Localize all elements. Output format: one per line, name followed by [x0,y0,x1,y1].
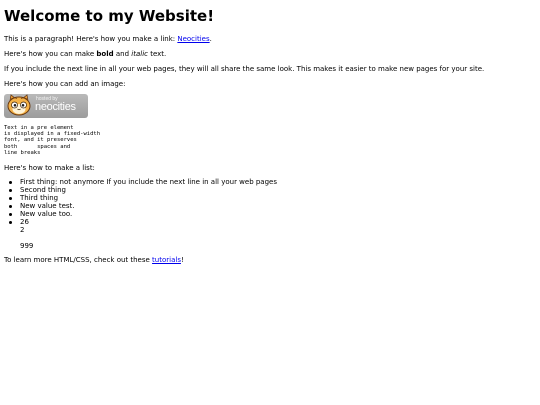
formatting-text-middle: and [113,50,132,58]
formatting-text-before: Here's how you can make [4,50,97,58]
page: Welcome to my Website! This is a paragra… [0,0,540,405]
footer-paragraph: To learn more HTML/CSS, check out these … [4,256,184,265]
formatting-paragraph: Here's how you can make bold and italic … [4,50,166,59]
footer-text: To learn more HTML/CSS, check out these [4,256,153,264]
list-item: First thing: not anymore If you include … [9,178,277,186]
list-item: 26 [9,218,277,226]
list-item: 2 [20,226,25,234]
neocities-cat-icon [7,94,31,116]
tutorials-link[interactable]: tutorials [152,256,181,264]
thing-list: First thing: not anymore If you include … [9,178,277,250]
list-item: 999 [20,242,34,250]
list-item [20,234,277,242]
stylesheet-paragraph: If you include the next line in all your… [4,65,485,73]
intro-end: . [209,35,212,43]
footer-end: ! [180,256,184,264]
list-item: New value too. [9,210,277,218]
page-title: Welcome to my Website! [4,7,215,25]
neocities-link[interactable]: Neocities [177,35,209,43]
list-item: New value test. [9,202,277,210]
bold-text: bold [96,50,114,58]
list-item: Second thing [9,186,277,194]
list-item: Third thing [9,194,277,202]
formatting-text-after: text. [147,50,167,58]
list-intro-paragraph: Here's how to make a list: [4,164,95,172]
hosted-by-neocities-badge[interactable]: hosted by neocities [4,94,88,118]
preformatted-text: Text in a pre element is displayed in a … [4,125,101,156]
intro-paragraph: This is a paragraph! Here's how you make… [4,35,212,44]
italic-text: italic [131,50,148,58]
badge-neocities-text: neocities [35,101,76,113]
image-intro-paragraph: Here's how you can add an image: [4,80,126,88]
intro-text: This is a paragraph! Here's how you make… [4,35,178,43]
